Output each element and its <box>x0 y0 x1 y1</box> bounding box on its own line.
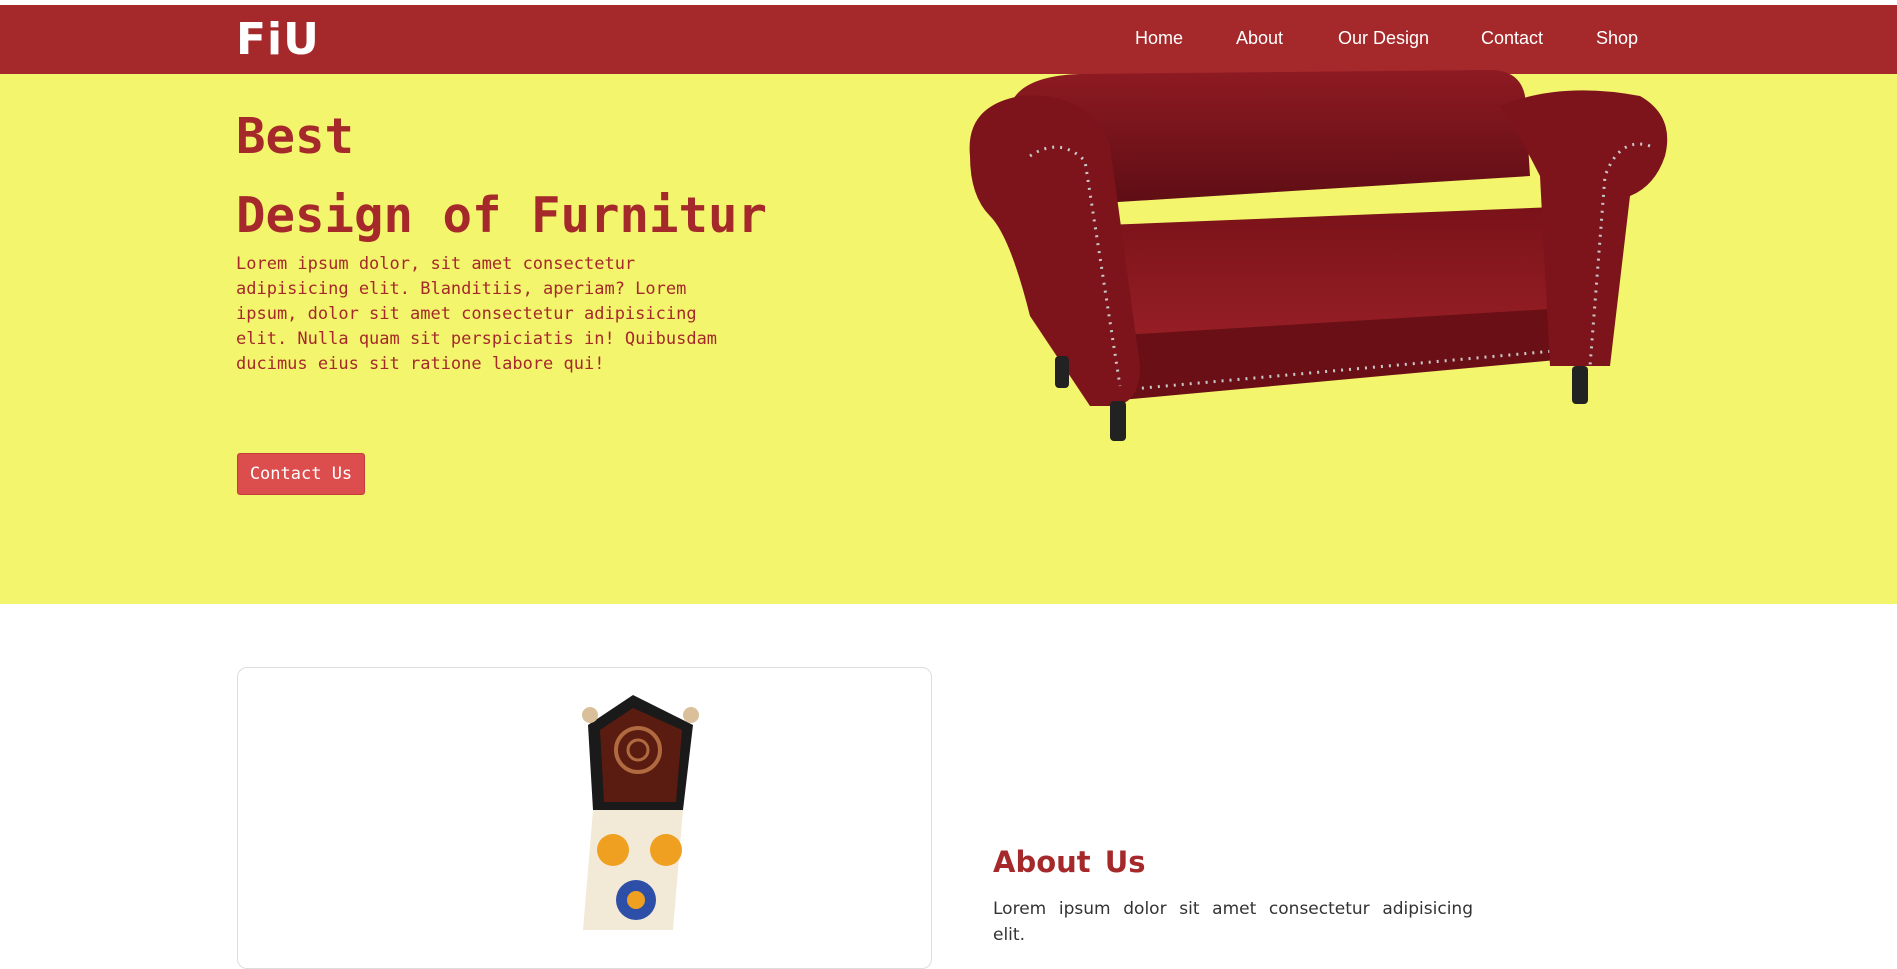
navbar: FiU Home About Our Design Contact Shop <box>0 5 1897 74</box>
hero-title-line2: Design of Furnitur <box>236 187 768 244</box>
hero-section: Best Design of Furnitur Lorem ipsum dolo… <box>0 70 1897 604</box>
nav-home-link[interactable]: Home <box>1135 28 1183 49</box>
nav-our-design-link[interactable]: Our Design <box>1338 28 1429 49</box>
hero-title-line1: Best <box>236 108 355 165</box>
contact-us-button[interactable]: Contact Us <box>237 453 365 495</box>
about-image-card <box>237 667 932 969</box>
nav-contact-link[interactable]: Contact <box>1481 28 1543 49</box>
brand-logo[interactable]: FiU <box>236 18 320 62</box>
about-text: Lorem ipsum dolor sit amet consectetur a… <box>993 899 1473 945</box>
about-title: About Us <box>993 845 1146 879</box>
decorative-chair-image <box>582 695 699 930</box>
red-sofa-image <box>969 70 1668 441</box>
hero-description: Lorem ipsum dolor, sit amet consectetur … <box>236 254 718 374</box>
nav-about-link[interactable]: About <box>1236 28 1283 49</box>
nav-shop-link[interactable]: Shop <box>1596 28 1638 49</box>
